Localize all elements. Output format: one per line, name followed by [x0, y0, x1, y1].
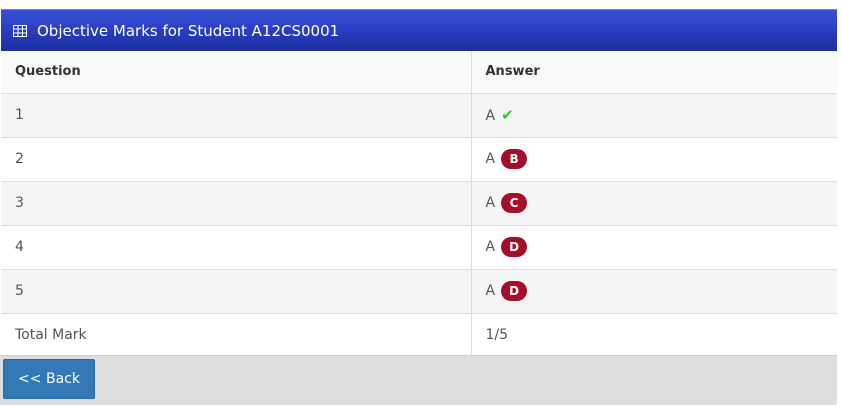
question-number: 3 — [1, 181, 471, 226]
student-answer: A — [485, 283, 496, 299]
answer-cell: AC — [470, 181, 837, 226]
correct-answer-badge: C — [501, 193, 528, 213]
objective-marks-panel: Objective Marks for Student A12CS0001 Qu… — [0, 0, 837, 407]
column-header-question: Question — [1, 51, 471, 94]
panel-header: Objective Marks for Student A12CS0001 — [1, 9, 837, 51]
question-number: 5 — [1, 269, 471, 314]
student-answer: A — [485, 151, 496, 167]
table-row: 4 AD — [1, 225, 837, 270]
answer-cell: AD — [470, 225, 837, 270]
table-row: 5 AD — [1, 269, 837, 314]
marks-table-wrapper: Question Answer 1 A ✔ 2 AB 3 A C 4 A D 5… — [1, 51, 837, 358]
total-mark-value: 1/5 — [470, 313, 837, 358]
answer-cell: A ✔ — [470, 93, 837, 138]
marks-table: Question Answer 1 A ✔ 2 AB 3 A C 4 A D 5… — [1, 51, 837, 358]
panel-title: Objective Marks for Student A12CS0001 — [37, 21, 340, 40]
answer-cell: AB — [470, 137, 837, 182]
correct-check-icon: ✔ — [501, 106, 514, 124]
panel-footer: << Back — [0, 355, 837, 405]
total-mark-label: Total Mark — [1, 313, 471, 358]
question-number: 1 — [1, 93, 471, 138]
table-grid-icon — [13, 24, 27, 37]
question-number: 4 — [1, 225, 471, 270]
student-answer: A — [485, 239, 496, 255]
student-answer: A — [485, 195, 496, 211]
table-row: 1 A ✔ — [1, 93, 837, 138]
back-button[interactable]: << Back — [3, 359, 95, 399]
table-row: 3 AC — [1, 181, 837, 226]
table-row: 2 AB — [1, 137, 837, 182]
correct-answer-badge: D — [501, 237, 528, 257]
correct-answer-badge: B — [501, 149, 528, 169]
correct-answer-badge: D — [501, 281, 528, 301]
student-answer: A — [485, 108, 496, 124]
table-header-row: Question Answer — [1, 51, 837, 94]
total-row: Total Mark 1/5 — [1, 313, 837, 358]
answer-cell: AD — [470, 269, 837, 314]
column-header-answer: Answer — [470, 51, 837, 94]
question-number: 2 — [1, 137, 471, 182]
